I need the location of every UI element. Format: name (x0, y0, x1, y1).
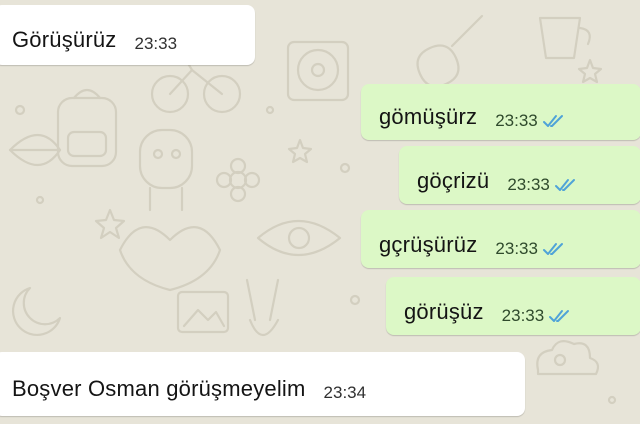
outgoing-message-bubble[interactable]: gömüşürz 23:33 (361, 84, 640, 140)
read-double-tick-icon (542, 115, 563, 127)
read-double-tick-icon (554, 179, 575, 191)
message-meta: 23:33 (507, 176, 578, 194)
message-time: 23:33 (501, 306, 545, 325)
message-text: Görüşürüz (12, 27, 117, 52)
message-meta: 23:33 (495, 112, 566, 130)
message-meta: 23:33 (502, 307, 573, 325)
message-text: Boşver Osman görüşmeyelim (12, 376, 306, 401)
chat-conversation: Görüşürüz 23:33 gömüşürz 23:33 göçrizü 2… (0, 0, 640, 424)
message-time: 23:33 (495, 239, 538, 258)
message-meta: 23:34 (324, 384, 367, 402)
message-text: görüşüz (404, 299, 484, 324)
message-text: gçrüşürüz (379, 232, 478, 257)
message-time: 23:33 (507, 175, 550, 194)
incoming-message-bubble[interactable]: Görüşürüz 23:33 (0, 5, 255, 65)
message-time: 23:34 (323, 383, 367, 402)
outgoing-message-bubble[interactable]: göçrizü 23:33 (399, 146, 640, 204)
read-double-tick-icon (542, 243, 563, 255)
outgoing-message-bubble[interactable]: görüşüz 23:33 (386, 277, 640, 335)
outgoing-message-bubble[interactable]: gçrüşürüz 23:33 (361, 210, 640, 268)
message-meta: 23:33 (135, 35, 178, 53)
message-text: gömüşürz (379, 104, 478, 129)
message-meta: 23:33 (495, 240, 566, 258)
message-text: göçrizü (417, 168, 490, 193)
read-double-tick-icon (549, 310, 570, 322)
message-time: 23:33 (134, 34, 178, 53)
incoming-message-bubble[interactable]: Boşver Osman görüşmeyelim 23:34 (0, 352, 525, 416)
message-time: 23:33 (495, 111, 538, 130)
